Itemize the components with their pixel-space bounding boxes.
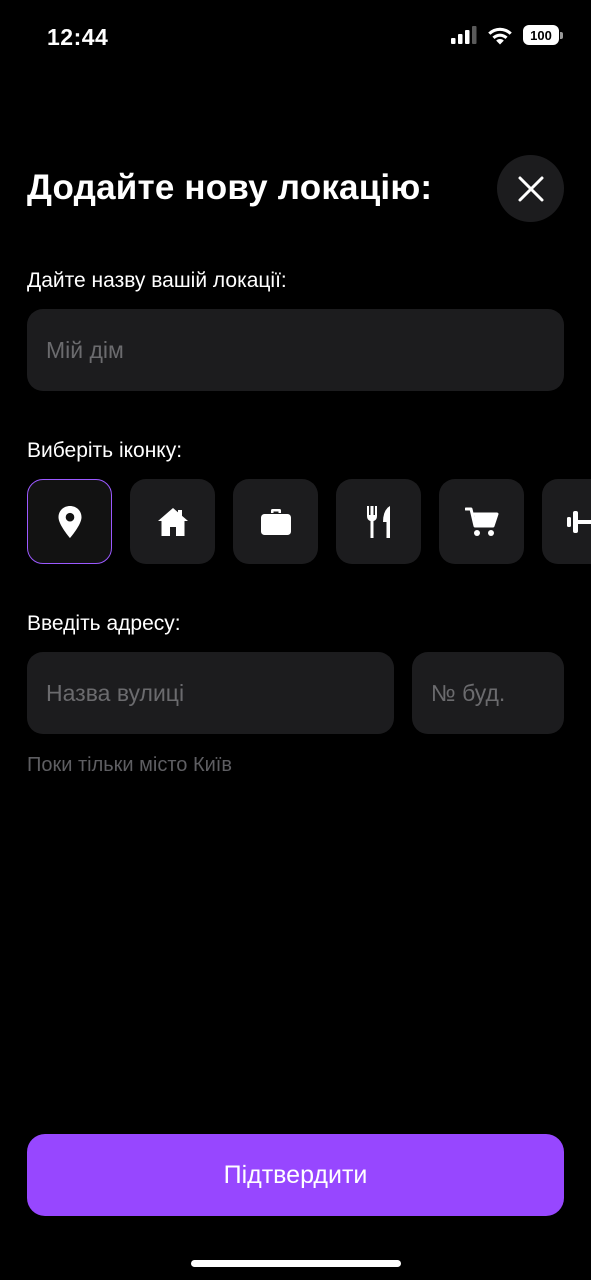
street-name-input[interactable] <box>27 652 394 734</box>
shopping-cart-icon <box>464 507 498 536</box>
choose-icon-label: Виберіть іконку: <box>27 439 183 462</box>
confirm-button[interactable]: Підтвердити <box>27 1134 564 1216</box>
dumbbell-icon <box>566 510 591 533</box>
building-number-input[interactable] <box>412 652 564 734</box>
close-button[interactable] <box>497 155 564 222</box>
icon-picker <box>27 479 591 565</box>
icon-option-fitness[interactable] <box>542 479 591 564</box>
status-icons: 100 <box>451 25 563 45</box>
address-label: Введіть адресу: <box>27 612 181 635</box>
wifi-icon <box>488 27 512 44</box>
page-title: Додайте нову локацію: <box>27 168 433 207</box>
city-hint: Поки тільки місто Київ <box>27 754 232 776</box>
fork-knife-icon <box>366 505 390 538</box>
home-icon <box>157 507 188 536</box>
home-indicator <box>191 1260 401 1267</box>
icon-option-home[interactable] <box>130 479 215 564</box>
location-name-label: Дайте назву вашій локації: <box>27 269 287 292</box>
status-time: 12:44 <box>47 24 109 50</box>
battery-level: 100 <box>523 25 559 45</box>
battery-cap <box>560 31 563 39</box>
icon-option-shopping[interactable] <box>439 479 524 564</box>
icon-option-briefcase[interactable] <box>233 479 318 564</box>
status-bar: 12:44 100 <box>0 0 591 80</box>
battery-indicator: 100 <box>523 25 563 45</box>
briefcase-icon <box>260 508 291 535</box>
close-icon <box>518 176 543 201</box>
location-pin-icon <box>58 505 81 538</box>
cellular-signal-icon <box>451 26 477 44</box>
icon-option-restaurant[interactable] <box>336 479 421 564</box>
icon-option-location-pin[interactable] <box>27 479 112 564</box>
location-name-input[interactable] <box>27 309 564 391</box>
